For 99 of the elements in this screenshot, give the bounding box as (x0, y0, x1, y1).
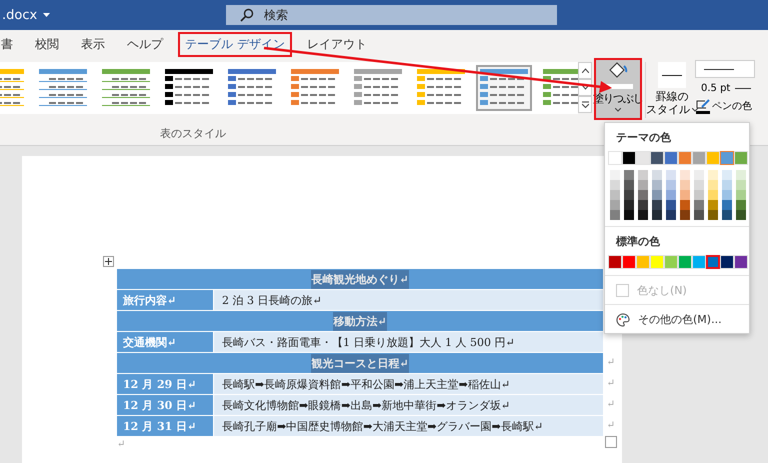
menu-heading: テーマの色 (615, 130, 672, 146)
color-swatch[interactable] (652, 180, 662, 190)
table-style-thumbnail[interactable] (476, 65, 532, 111)
color-swatch[interactable] (736, 200, 746, 210)
ribbon-tab[interactable]: 校閲 (30, 34, 64, 54)
chevron-down-icon (582, 85, 588, 90)
color-swatch[interactable] (722, 200, 732, 210)
color-swatch[interactable] (736, 180, 746, 190)
color-swatch[interactable] (694, 180, 704, 190)
scroll-up-button[interactable] (578, 62, 592, 79)
color-swatch[interactable] (722, 170, 732, 180)
table-cell: 長崎文化博物館➡眼鏡橋➡出島➡新地中華街➡オランダ坂↵ (214, 395, 603, 415)
move-handle-icon[interactable] (103, 256, 114, 267)
row-end-mark: ↵ (606, 357, 615, 368)
color-swatch[interactable] (624, 190, 634, 200)
file-name: .docx (2, 8, 38, 22)
color-swatch[interactable] (680, 210, 690, 220)
color-swatch[interactable] (610, 210, 620, 220)
color-swatch[interactable] (666, 210, 676, 220)
color-swatch[interactable] (610, 170, 620, 180)
color-swatch[interactable] (694, 210, 704, 220)
color-swatch[interactable] (736, 210, 746, 220)
color-swatch[interactable] (722, 190, 732, 200)
color-swatch[interactable] (638, 180, 648, 190)
color-swatch[interactable] (652, 170, 662, 180)
row-end-mark: ↵ (606, 378, 615, 389)
color-swatch[interactable] (694, 170, 704, 180)
row-end-mark: ↵ (606, 420, 615, 431)
caret-icon[interactable] (43, 12, 50, 18)
table-cell: 長崎孔子廟➡中国歴史博物館➡大浦天主堂➡グラバー園➡長崎駅↵ (214, 416, 603, 436)
search-icon (240, 8, 254, 22)
ribbon-tab[interactable]: 書 (0, 34, 18, 54)
color-swatch[interactable] (638, 210, 648, 220)
search-field[interactable]: 検索 (226, 5, 558, 25)
color-swatch[interactable] (666, 190, 676, 200)
color-swatch[interactable] (666, 200, 676, 210)
chevron-up-icon (582, 68, 588, 73)
color-swatch[interactable] (652, 200, 662, 210)
more-colors-menu-item[interactable]: その他の色(M)... (605, 310, 749, 327)
resize-handle-icon[interactable] (605, 436, 617, 448)
table-cell: 旅行内容↵ (117, 290, 213, 310)
color-swatch[interactable] (680, 190, 690, 200)
caret-icon (615, 108, 621, 112)
palette-icon (616, 312, 630, 326)
line-style-dropdown[interactable] (695, 60, 755, 78)
more-styles-button[interactable] (578, 96, 592, 113)
expand-icon (582, 101, 588, 108)
ribbon-tab[interactable]: レイアウト (302, 34, 372, 54)
color-swatch[interactable] (708, 200, 718, 210)
color-swatch[interactable] (666, 180, 676, 190)
color-swatch[interactable] (722, 180, 732, 190)
color-swatch[interactable] (736, 190, 746, 200)
table-header-cell: 長崎観光地めぐり↵ (117, 269, 603, 289)
color-swatch[interactable] (610, 190, 620, 200)
color-swatch[interactable] (680, 200, 690, 210)
ribbon-tab[interactable]: ヘルプ (122, 34, 168, 54)
color-swatch[interactable] (610, 180, 620, 190)
pen-icon (695, 98, 711, 114)
pen-color-button[interactable]: ペンの色 (695, 98, 759, 114)
border-styles-button[interactable]: 罫線の スタイル (649, 58, 695, 116)
color-swatch[interactable] (652, 190, 662, 200)
table-cell: 長崎バス・路面電車・【1 日乗り放題】大人 1 人 500 円↵ (214, 332, 603, 352)
color-swatch[interactable] (624, 210, 634, 220)
table-cell: 12 月 30 日↵ (117, 395, 213, 415)
table-cell: 12 月 29 日↵ (117, 374, 213, 394)
color-swatch[interactable] (638, 190, 648, 200)
color-swatch[interactable] (708, 170, 718, 180)
caret-icon (692, 108, 698, 112)
color-swatch[interactable] (694, 190, 704, 200)
color-swatch[interactable] (680, 170, 690, 180)
color-swatch[interactable] (638, 200, 648, 210)
color-swatch[interactable] (706, 255, 720, 269)
color-swatch[interactable] (708, 190, 718, 200)
paragraph-mark: ↵ (117, 439, 126, 450)
group-label: 表のスタイル (160, 126, 226, 141)
color-swatch[interactable] (736, 170, 746, 180)
table-header-cell: 移動方法↵ (117, 311, 603, 331)
color-swatch[interactable] (694, 200, 704, 210)
table-cell: 長崎駅➡長崎原爆資料館➡平和公園➡浦上天主堂➡稲佐山↵ (214, 374, 603, 394)
color-swatch[interactable] (666, 170, 676, 180)
color-swatch[interactable] (708, 180, 718, 190)
pen-weight-dropdown[interactable]: 0.5 pt (695, 80, 757, 96)
color-swatch[interactable] (652, 210, 662, 220)
color-swatch[interactable] (624, 180, 634, 190)
color-swatch[interactable] (624, 170, 634, 180)
row-end-mark: ↵ (606, 399, 615, 410)
menu-heading: 標準の色 (614, 234, 661, 250)
color-swatch[interactable] (624, 200, 634, 210)
table-header-cell: 観光コースと日程↵ (117, 353, 603, 373)
ribbon-tab[interactable]: 表示 (76, 34, 110, 54)
color-swatch[interactable] (638, 170, 648, 180)
color-swatch[interactable] (722, 210, 732, 220)
table-cell: 12 月 31 日↵ (117, 416, 213, 436)
color-swatch[interactable] (610, 200, 620, 210)
table-cell: 2 泊 3 日長崎の旅↵ (214, 290, 603, 310)
table-cell: 交通機関↵ (117, 332, 213, 352)
color-swatch[interactable] (720, 151, 734, 165)
color-swatch[interactable] (708, 210, 718, 220)
color-swatch[interactable] (680, 180, 690, 190)
